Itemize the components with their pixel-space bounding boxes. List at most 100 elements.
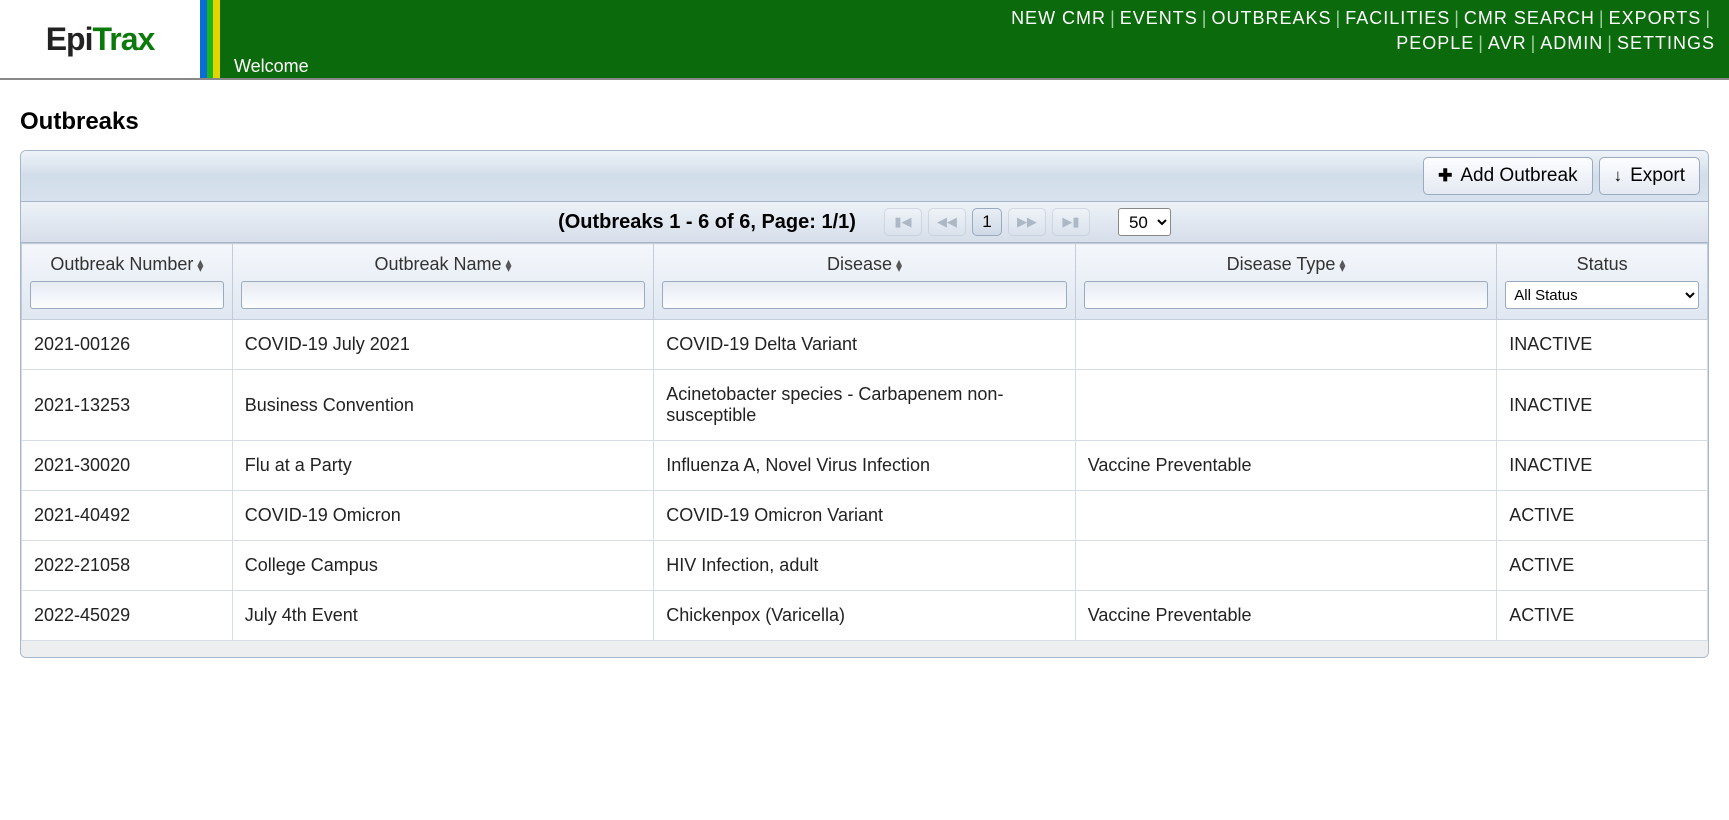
nav-link-avr[interactable]: AVR [1488,33,1527,53]
cell-disease_type [1075,320,1497,370]
filter-input-type[interactable] [1084,281,1489,309]
nav-separator: | [1332,8,1346,28]
sort-icon[interactable] [506,259,512,272]
col-header-name[interactable]: Outbreak Name [232,244,654,320]
table-row[interactable]: 2021-13253Business ConventionAcinetobact… [22,370,1708,441]
sort-icon[interactable] [1339,259,1345,272]
cell-disease: COVID-19 Omicron Variant [654,491,1076,541]
table-row[interactable]: 2021-40492COVID-19 OmicronCOVID-19 Omicr… [22,491,1708,541]
table-row[interactable]: 2022-21058College CampusHIV Infection, a… [22,541,1708,591]
cell-disease_type: Vaccine Preventable [1075,441,1497,491]
nav-separator: | [1527,33,1541,53]
export-button[interactable]: ↓ Export [1599,157,1700,195]
table-row[interactable]: 2021-30020Flu at a PartyInfluenza A, Nov… [22,441,1708,491]
nav-separator: | [1106,8,1120,28]
cell-disease_type [1075,370,1497,441]
nav-link-exports[interactable]: EXPORTS [1609,8,1702,28]
cell-number: 2022-45029 [22,591,233,641]
col-label-type: Disease Type [1227,254,1336,274]
cell-status: ACTIVE [1497,591,1708,641]
filter-input-name[interactable] [241,281,646,309]
prev-page-button[interactable]: ◀◀ [928,208,966,236]
col-label-status: Status [1577,254,1628,274]
cell-number: 2021-13253 [22,370,233,441]
col-header-type[interactable]: Disease Type [1075,244,1497,320]
cell-status: INACTIVE [1497,370,1708,441]
current-page-number[interactable]: 1 [972,208,1002,236]
nav-link-people[interactable]: PEOPLE [1396,33,1474,53]
page-title: Outbreaks [20,108,1729,136]
cell-disease: Chickenpox (Varicella) [654,591,1076,641]
cell-name: COVID-19 Omicron [232,491,654,541]
cell-number: 2022-21058 [22,541,233,591]
col-header-disease[interactable]: Disease [654,244,1076,320]
nav-link-events[interactable]: EVENTS [1120,8,1198,28]
cell-status: INACTIVE [1497,441,1708,491]
main-nav: NEW CMR|EVENTS|OUTBREAKS|FACILITIES|CMR … [234,6,1715,56]
logo-area: EpiTrax [0,0,200,78]
next-page-button[interactable]: ▶▶ [1008,208,1046,236]
sort-icon[interactable] [896,259,902,272]
col-label-disease: Disease [827,254,892,274]
outbreaks-panel: ✚ Add Outbreak ↓ Export (Outbreaks 1 - 6… [20,150,1709,658]
table-row[interactable]: 2022-45029July 4th EventChickenpox (Vari… [22,591,1708,641]
export-label: Export [1630,165,1685,187]
outbreaks-table: Outbreak Number Outbreak Name Disease Di… [21,243,1708,641]
cell-disease: COVID-19 Delta Variant [654,320,1076,370]
page-size-select[interactable]: 50 [1118,208,1171,236]
nav-link-admin[interactable]: ADMIN [1540,33,1603,53]
nav-separator: | [1701,8,1715,28]
last-page-button[interactable]: ▶▮ [1052,208,1090,236]
cell-disease: Acinetobacter species - Carbapenem non-s… [654,370,1076,441]
cell-name: COVID-19 July 2021 [232,320,654,370]
cell-disease_type [1075,541,1497,591]
sort-icon[interactable] [197,259,203,272]
cell-name: College Campus [232,541,654,591]
col-label-number: Outbreak Number [50,254,193,274]
panel-toolbar: ✚ Add Outbreak ↓ Export [21,151,1708,202]
pager-bar: (Outbreaks 1 - 6 of 6, Page: 1/1) ▮◀ ◀◀ … [21,202,1708,243]
cell-disease: Influenza A, Novel Virus Infection [654,441,1076,491]
app-logo: EpiTrax [46,21,155,58]
color-stripes [200,0,220,78]
col-label-name: Outbreak Name [374,254,501,274]
table-row[interactable]: 2021-00126COVID-19 July 2021COVID-19 Del… [22,320,1708,370]
filter-input-number[interactable] [30,281,224,309]
nav-separator: | [1450,8,1464,28]
header-green-bar: NEW CMR|EVENTS|OUTBREAKS|FACILITIES|CMR … [220,0,1729,78]
col-header-status[interactable]: Status All Status [1497,244,1708,320]
nav-link-outbreaks[interactable]: OUTBREAKS [1211,8,1331,28]
cell-name: July 4th Event [232,591,654,641]
filter-select-status[interactable]: All Status [1505,281,1699,309]
logo-text-trax: Trax [92,21,154,57]
col-header-number[interactable]: Outbreak Number [22,244,233,320]
horizontal-scrollbar-area[interactable] [21,641,1708,657]
table-wrapper[interactable]: Outbreak Number Outbreak Name Disease Di… [21,243,1708,657]
cell-status: ACTIVE [1497,491,1708,541]
nav-separator: | [1595,8,1609,28]
cell-number: 2021-40492 [22,491,233,541]
stripe-green [207,0,214,78]
cell-name: Flu at a Party [232,441,654,491]
nav-link-settings[interactable]: SETTINGS [1617,33,1715,53]
welcome-text: Welcome [234,56,1715,81]
app-header: EpiTrax NEW CMR|EVENTS|OUTBREAKS|FACILIT… [0,0,1729,80]
cell-disease_type [1075,491,1497,541]
stripe-blue [200,0,207,78]
cell-status: INACTIVE [1497,320,1708,370]
cell-disease_type: Vaccine Preventable [1075,591,1497,641]
pager-info: (Outbreaks 1 - 6 of 6, Page: 1/1) [558,211,856,234]
nav-separator: | [1474,33,1488,53]
first-page-button[interactable]: ▮◀ [884,208,922,236]
add-outbreak-label: Add Outbreak [1460,165,1577,187]
nav-link-cmr-search[interactable]: CMR SEARCH [1464,8,1595,28]
filter-input-disease[interactable] [662,281,1067,309]
cell-disease: HIV Infection, adult [654,541,1076,591]
plus-icon: ✚ [1438,166,1452,186]
nav-separator: | [1603,33,1617,53]
nav-link-new-cmr[interactable]: NEW CMR [1011,8,1106,28]
cell-number: 2021-00126 [22,320,233,370]
nav-link-facilities[interactable]: FACILITIES [1345,8,1450,28]
add-outbreak-button[interactable]: ✚ Add Outbreak [1423,157,1593,195]
stripe-yellow [213,0,220,78]
